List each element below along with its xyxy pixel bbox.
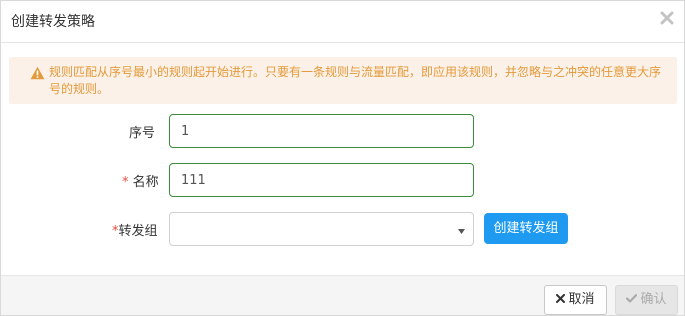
group-label: *转发组 [112, 220, 158, 239]
close-icon[interactable] [660, 11, 674, 25]
warning-icon [30, 66, 45, 80]
name-label-text: 名称 [132, 175, 159, 190]
cancel-label: 取消 [568, 292, 595, 307]
group-select[interactable] [169, 212, 474, 246]
seq-label-text: 序号 [129, 126, 156, 141]
cancel-button[interactable]: 取消 [544, 285, 607, 315]
create-forwarding-policy-dialog: 创建转发策略 规则匹配从序号最小的规则起开始进行。只要有一条规则与流量匹配，即应… [0, 0, 685, 316]
dropdown-arrow-icon [458, 225, 465, 234]
seq-input[interactable] [169, 114, 474, 148]
seq-label: 序号 [129, 122, 155, 141]
confirm-label: 确认 [640, 292, 667, 307]
dialog-header: 创建转发策略 [1, 1, 684, 43]
dialog-title: 创建转发策略 [11, 14, 95, 30]
check-icon [626, 286, 638, 314]
create-forwarding-group-button[interactable]: 创建转发组 [484, 213, 568, 244]
close-icon [556, 286, 566, 314]
confirm-button[interactable]: 确认 [615, 285, 678, 315]
required-mark: * [122, 175, 129, 190]
group-label-text: 转发组 [118, 224, 158, 239]
name-input[interactable] [169, 163, 474, 197]
name-label: * 名称 [122, 171, 159, 190]
rule-matching-alert: 规则匹配从序号最小的规则起开始进行。只要有一条规则与流量匹配，即应用该规则，并忽… [9, 57, 677, 104]
alert-text: 规则匹配从序号最小的规则起开始进行。只要有一条规则与流量匹配，即应用该规则，并忽… [49, 65, 662, 96]
dialog-footer: 取消 确认 [1, 275, 684, 315]
